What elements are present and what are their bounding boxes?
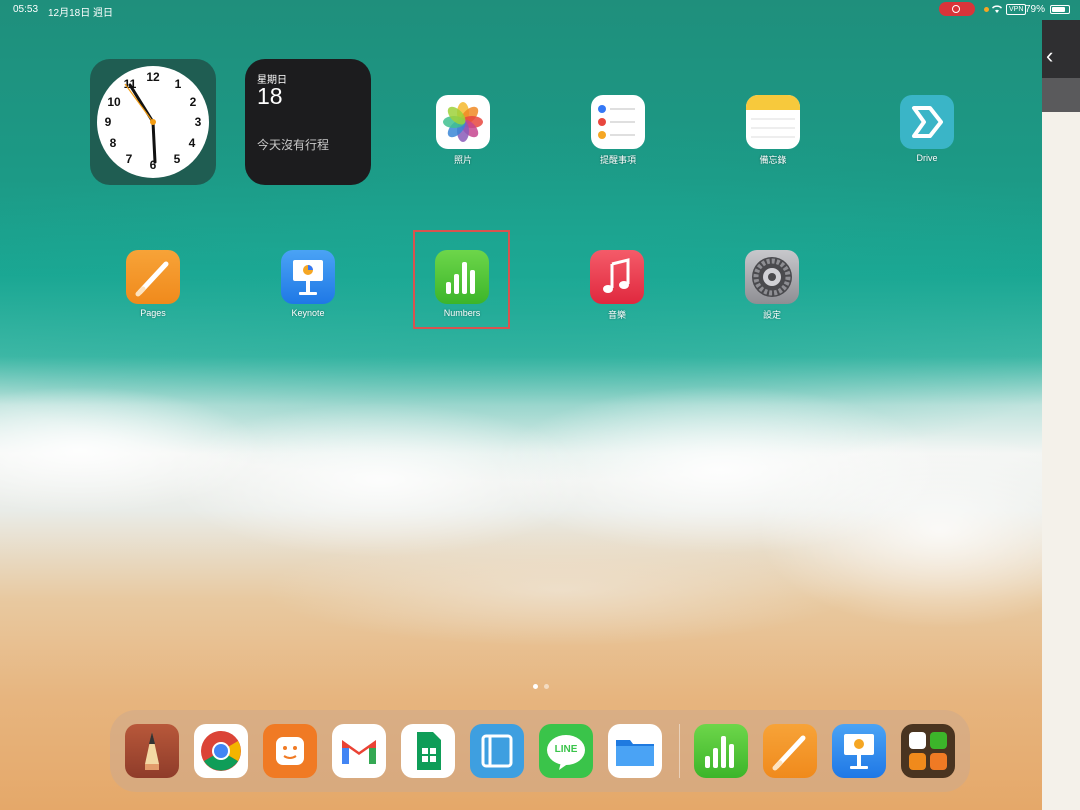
calendar-no-events: 今天沒有行程 bbox=[257, 138, 330, 152]
numbers-icon[interactable] bbox=[694, 724, 748, 778]
status-time: 05:53 bbox=[13, 4, 39, 15]
app-photos[interactable]: 照片 bbox=[423, 95, 503, 166]
photos-icon bbox=[436, 95, 490, 149]
status-date: 12月18日 週日 bbox=[48, 8, 114, 19]
page-indicator[interactable] bbox=[530, 676, 552, 694]
google-sheets-icon[interactable] bbox=[401, 724, 455, 778]
dock-separator bbox=[679, 724, 680, 778]
clock-hands bbox=[124, 83, 157, 164]
status-bar: 05:53 12月18日 週日 VPN 79% bbox=[0, 0, 1080, 20]
app-reminders[interactable]: 提醒事項 bbox=[578, 95, 658, 166]
microphone-indicator-icon bbox=[984, 7, 989, 12]
clock-widget[interactable]: 12 1 2 3 4 5 6 7 8 9 10 11 bbox=[90, 59, 216, 185]
app-notes[interactable]: 備忘錄 bbox=[733, 95, 813, 166]
app-label: 照片 bbox=[453, 155, 472, 165]
screen-recording-icon[interactable] bbox=[939, 2, 975, 16]
calendar-date: 18 bbox=[257, 83, 283, 109]
chrome-icon[interactable] bbox=[194, 724, 248, 778]
notes-icon bbox=[746, 95, 800, 149]
music-icon bbox=[590, 250, 644, 304]
calendar-widget[interactable]: 星期日 18 今天沒有行程 bbox=[245, 59, 371, 185]
slide-over-panel[interactable]: ‹ bbox=[1042, 20, 1080, 810]
app-music[interactable]: 音樂 bbox=[577, 250, 657, 321]
dock: LINE bbox=[110, 710, 970, 792]
app-label: Drive bbox=[916, 153, 938, 163]
reminders-icon bbox=[591, 95, 645, 149]
app-pages[interactable]: Pages bbox=[113, 250, 193, 318]
gmail-icon[interactable] bbox=[332, 724, 386, 778]
app-label: 備忘錄 bbox=[759, 155, 787, 165]
keynote-icon[interactable] bbox=[832, 724, 886, 778]
app-numbers[interactable]: Numbers bbox=[422, 250, 502, 318]
pencil-planner-icon[interactable] bbox=[125, 724, 179, 778]
line-icon-text: LINE bbox=[554, 744, 578, 755]
battery-icon bbox=[1050, 5, 1070, 14]
pages-icon[interactable] bbox=[763, 724, 817, 778]
wallet-book-icon[interactable] bbox=[470, 724, 524, 778]
keynote-icon bbox=[281, 250, 335, 304]
app-settings[interactable]: 設定 bbox=[732, 250, 812, 321]
app-label: Pages bbox=[140, 308, 166, 318]
gear-icon bbox=[745, 250, 799, 304]
pages-icon bbox=[126, 250, 180, 304]
page-dot[interactable] bbox=[544, 684, 549, 689]
drive-icon bbox=[900, 95, 954, 149]
wifi-icon bbox=[992, 5, 1002, 13]
app-label: 提醒事項 bbox=[599, 155, 636, 165]
power-app-icon[interactable] bbox=[263, 724, 317, 778]
app-label: Numbers bbox=[443, 308, 481, 318]
page-dot[interactable] bbox=[533, 684, 538, 689]
battery-percent: 79% bbox=[1025, 4, 1046, 15]
files-icon[interactable] bbox=[608, 724, 662, 778]
app-label: 設定 bbox=[762, 310, 781, 320]
clock-face: 12 1 2 3 4 5 6 7 8 9 10 11 bbox=[97, 66, 209, 178]
numbers-icon bbox=[435, 250, 489, 304]
app-keynote[interactable]: Keynote bbox=[268, 250, 348, 318]
vpn-badge: VPN bbox=[1006, 4, 1027, 15]
app-library-icon[interactable] bbox=[901, 724, 955, 778]
line-icon[interactable]: LINE bbox=[539, 724, 593, 778]
app-label: 音樂 bbox=[607, 310, 626, 320]
slide-over-toolbar bbox=[1042, 78, 1080, 112]
app-drive[interactable]: Drive bbox=[887, 95, 967, 163]
wallpaper-waves bbox=[0, 330, 1080, 650]
chevron-left-icon[interactable]: ‹ bbox=[1046, 45, 1053, 67]
app-label: Keynote bbox=[291, 308, 325, 318]
